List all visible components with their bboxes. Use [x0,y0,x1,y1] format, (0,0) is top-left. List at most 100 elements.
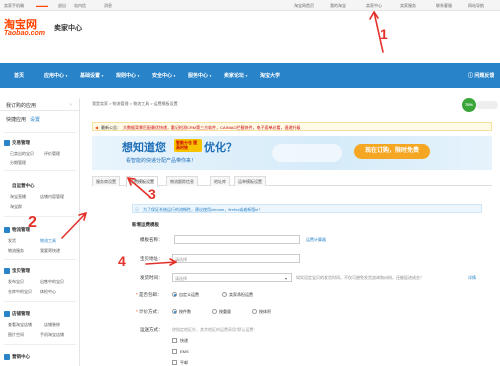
checkup-link[interactable]: 体检中心 [40,289,56,295]
nav-forum[interactable]: 卖家论坛▼ [224,72,248,79]
radio-by-piece-label: 按件数 [179,309,191,314]
taobao-logo-en[interactable]: Taobao.com [4,30,45,37]
free-shipping-label: * 是否包邮： [136,292,162,297]
logistics-tools-link[interactable]: 物流工具 [40,238,56,244]
seller-mobile-link[interactable]: 卖家手机端 [4,3,24,9]
on-sale-link[interactable]: 出售中的宝贝 [40,279,64,285]
sitemap-link[interactable]: 网站导航 [468,3,484,9]
ship-time-detail-link[interactable]: 详情 [468,275,476,281]
notice-bar: ◀ 最新公告： 大数据背景匹配最优快递，勤记检测CRM第三方软件，CAINIAO… [92,122,492,131]
template-name-input[interactable] [174,235,300,244]
speed-percent: 70% [462,98,476,112]
ship-time-select[interactable]: 请选择 ▾ [172,273,292,282]
seller-service-link[interactable]: 卖家服务 [400,3,416,9]
main-content: 我是卖家 > 物流管理 > 物流工具 > 运费模板设置 ◀ 最新公告： 大数据背… [84,98,500,366]
review-link[interactable]: 评价管理 [44,151,60,157]
checkbox-ems[interactable] [172,349,177,354]
tab-provider[interactable]: 服务商设置 [92,176,120,186]
nav-security-label: 安全中心 [152,73,173,79]
tab-tracking[interactable]: 物流跟踪信息 [166,176,198,186]
radio-by-weight[interactable] [212,309,217,314]
nav-service[interactable]: 服务中心▼ [188,72,212,79]
tab-address[interactable]: 地址库 [210,176,230,186]
checkbox-surface-mail[interactable] [172,360,177,365]
checkbox-express-label: 快递 [180,338,188,343]
view-shop-link[interactable]: 查看淘宝店铺 [8,322,32,328]
checkbox-ems-label: EMS [180,349,189,354]
nav-app-center-label: 应用中心 [44,73,65,79]
radio-custom-freight[interactable] [172,292,177,297]
notice-text[interactable]: 大数据背景匹配最优快递，勤记检测CRM第三方软件，CAINIAO拦截快件，电子面… [123,125,301,131]
site-msg-link[interactable]: 站内信 [74,3,86,9]
logout-link[interactable]: 退出 [58,3,66,9]
nav-security[interactable]: 安全中心▼ [152,72,176,79]
sec-self-operation[interactable]: 自运营中心 [12,183,35,189]
chevron-right-icon: › [70,102,72,108]
sec-goods[interactable]: 宝贝管理 [12,268,30,274]
annotation-step-4: 4 [118,253,126,269]
sec-marketing[interactable]: 营销中心 [12,354,30,360]
pricing-label: * 计价方式： [136,309,162,314]
annotation-step-3: 3 [148,186,156,202]
nav-home[interactable]: 首页 [14,72,24,79]
warehouse-link[interactable]: 仓库中的宝贝 [8,289,32,295]
feedback-link[interactable]: ⓘ 问题反馈 [468,72,494,79]
address-placeholder: 请选择 [175,257,187,262]
content-link[interactable]: 店铺内容管理 [40,194,64,200]
calculator-link[interactable]: 运费计算器 [306,237,326,243]
ship-link[interactable]: 发货 [8,238,16,244]
tab-waybill[interactable]: 运单模板设置 [234,176,266,186]
nav-app-center[interactable]: 应用中心▼ [44,72,68,79]
annotation-step-1: 1 [380,26,388,42]
help-link[interactable]: 联系客服 [436,3,452,9]
logistics-service-link[interactable]: 物流服务 [8,248,24,254]
promo-banner[interactable]: 想知道您 智能分仓 提高时效 优化？ 看智能的快递分配产品带你来！ 现在订购，限… [92,136,492,170]
nav-university[interactable]: 淘宝大学 [260,72,280,79]
my-apps-header[interactable]: 我订购的应用 › [0,98,80,111]
nav-forum-label: 卖家论坛 [224,73,245,79]
sold-items-link[interactable]: 已卖出的宝贝 [10,151,34,157]
live-link[interactable]: 淘宝直播 [10,194,26,200]
tabs: 服务商设置 运费模板设置 物流跟踪信息 地址库 运单模板设置 [92,176,492,187]
banner-cta-button[interactable]: 现在订购，限时免费 [354,144,430,159]
publish-link[interactable]: 发布宝贝 [8,279,24,285]
chevron-down-icon: ▼ [101,74,104,78]
chevron-down-icon: ▾ [285,276,288,281]
nav-service-label: 服务中心 [188,73,209,79]
radio-custom-freight-label: 自定义运费 [179,292,199,297]
sec-trade[interactable]: 交易管理 [12,140,30,146]
chevron-down-icon: ▼ [65,74,68,78]
my-apps-label: 我订购的应用 [6,103,37,109]
address-label: 宝贝地址： [140,256,163,261]
my-taobao-link[interactable]: 我的淘宝 [330,3,346,9]
nav-basic-settings-label: 基础设置 [80,73,101,79]
nav-basic-settings[interactable]: 基础设置▼ [80,72,104,79]
user-name[interactable]: ▬▬▬ [36,3,48,8]
pricing-label-text: 计价方式： [139,309,162,314]
shop-icon [4,311,10,317]
checkbox-express[interactable] [172,338,177,343]
message-link[interactable]: 消息 [104,3,112,9]
taobao-home-link[interactable]: 淘宝网首页 [294,3,314,9]
ship-time-hint: 如实设定宝贝的发货时间，不仅可避免发货咨询和纠纷，还能促进成交！ [296,275,424,280]
installment-link[interactable]: 分期管理 [10,160,26,166]
decorate-link[interactable]: 店铺装修 [44,322,60,328]
address-select[interactable]: 请选择 [172,254,300,263]
sec-shop[interactable]: 店铺管理 [12,311,30,317]
send-express-link[interactable]: 我要寄快递 [40,248,60,254]
radio-by-piece[interactable] [172,309,177,314]
radio-by-volume[interactable] [252,309,257,314]
radio-seller-pays[interactable] [222,292,227,297]
quick-apps-setting[interactable]: 设置 [30,116,40,123]
truck-icon [4,227,10,233]
speed-widget[interactable]: 70% [462,98,500,112]
seller-center-link[interactable]: 卖家中心 [366,3,382,9]
chevron-down-icon: ▼ [209,74,212,78]
image-space-link[interactable]: 图片空间 [8,332,24,338]
mobile-shop-link[interactable]: 手机淘宝店铺 [40,332,64,338]
header [0,11,500,63]
group-link[interactable]: 淘宝群 [10,204,22,210]
banner-headline-b: 优化？ [204,142,237,154]
browser-hint: 为了保证系统运行的流畅性，建议使用chrome，firefox或者新版ie！ [143,207,263,212]
nav-rules[interactable]: 规则中心▼ [116,72,140,79]
